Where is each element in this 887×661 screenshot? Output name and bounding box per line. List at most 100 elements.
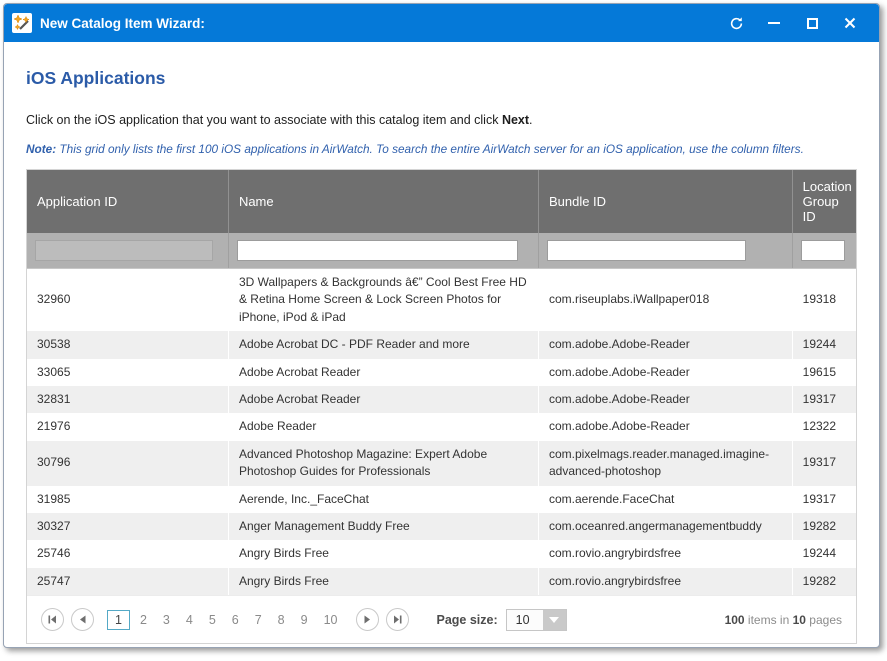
page-numbers: 12345678910 <box>105 610 345 630</box>
table-header-row: Application ID Name Bundle ID Location G… <box>27 170 856 233</box>
column-header-bundle-id[interactable]: Bundle ID <box>538 170 792 233</box>
page-number[interactable]: 9 <box>295 611 314 629</box>
cell-name: Advanced Photoshop Magazine: Expert Adob… <box>228 441 538 486</box>
column-header-name[interactable]: Name <box>228 170 538 233</box>
table-body: 329603D Wallpapers & Backgrounds â€” Coo… <box>27 269 856 596</box>
cell-name: Angry Birds Free <box>228 568 538 595</box>
column-header-location-group-id[interactable]: Location Group ID <box>792 170 856 233</box>
summary-suffix-text: pages <box>806 613 842 627</box>
cell-bundle-id: com.adobe.Adobe-Reader <box>538 331 792 358</box>
page-number[interactable]: 4 <box>180 611 199 629</box>
instruction-period: . <box>529 113 532 127</box>
cell-bundle-id: com.rovio.angrybirdsfree <box>538 568 792 595</box>
cell-name: Aerende, Inc._FaceChat <box>228 486 538 513</box>
filter-name-input[interactable] <box>237 240 518 261</box>
table-row[interactable]: 25747Angry Birds Freecom.rovio.angrybird… <box>27 568 856 595</box>
cell-bundle-id: com.rovio.angrybirdsfree <box>538 540 792 567</box>
page-number[interactable]: 5 <box>203 611 222 629</box>
pager-summary: 100 items in 10 pages <box>725 613 842 627</box>
cell-bundle-id: com.adobe.Adobe-Reader <box>538 413 792 440</box>
titlebar: New Catalog Item Wizard: <box>4 4 879 42</box>
cell-application-id: 25747 <box>27 568 228 595</box>
table-row[interactable]: 30538Adobe Acrobat DC - PDF Reader and m… <box>27 331 856 358</box>
cell-location-group-id: 19244 <box>792 540 856 567</box>
wizard-app-icon <box>12 13 32 33</box>
cell-bundle-id: com.oceanred.angermanagementbuddy <box>538 513 792 540</box>
cell-name: Adobe Reader <box>228 413 538 440</box>
table-row[interactable]: 33065Adobe Acrobat Readercom.adobe.Adobe… <box>27 359 856 386</box>
cell-application-id: 30538 <box>27 331 228 358</box>
cell-location-group-id: 19317 <box>792 486 856 513</box>
cell-application-id: 32960 <box>27 269 228 332</box>
page-size-value: 10 <box>507 610 543 630</box>
window-title: New Catalog Item Wizard: <box>40 16 727 31</box>
cell-name: Angry Birds Free <box>228 540 538 567</box>
page-number[interactable]: 3 <box>157 611 176 629</box>
cell-location-group-id: 19318 <box>792 269 856 332</box>
page-title: iOS Applications <box>26 68 857 89</box>
cell-location-group-id: 12322 <box>792 413 856 440</box>
page-size-dropdown[interactable]: 10 <box>506 609 567 631</box>
page-number[interactable]: 2 <box>134 611 153 629</box>
table-row[interactable]: 30796Advanced Photoshop Magazine: Expert… <box>27 441 856 486</box>
cell-location-group-id: 19244 <box>792 331 856 358</box>
note-body: This grid only lists the first 100 iOS a… <box>56 142 804 156</box>
filter-location-group-id-input[interactable] <box>801 240 845 261</box>
filter-application-id-input[interactable] <box>35 240 213 261</box>
applications-grid: Application ID Name Bundle ID Location G… <box>26 169 857 644</box>
refresh-icon[interactable] <box>727 14 745 32</box>
page-number[interactable]: 8 <box>272 611 291 629</box>
page-number[interactable]: 10 <box>318 611 344 629</box>
summary-mid-text: items in <box>745 613 793 627</box>
cell-name: Adobe Acrobat Reader <box>228 386 538 413</box>
table-row[interactable]: 329603D Wallpapers & Backgrounds â€” Coo… <box>27 269 856 332</box>
cell-name: Adobe Acrobat DC - PDF Reader and more <box>228 331 538 358</box>
instruction-text: Click on the iOS application that you wa… <box>26 113 857 127</box>
instruction-next-keyword: Next <box>502 113 529 127</box>
filter-bundle-id-input[interactable] <box>547 240 746 261</box>
first-page-button[interactable] <box>41 608 64 631</box>
cell-location-group-id: 19282 <box>792 568 856 595</box>
items-count: 100 <box>725 613 745 627</box>
window-controls <box>727 14 859 32</box>
note-label: Note: <box>26 142 56 156</box>
cell-application-id: 30796 <box>27 441 228 486</box>
page-number[interactable]: 7 <box>249 611 268 629</box>
cell-bundle-id: com.riseuplabs.iWallpaper018 <box>538 269 792 332</box>
page-size-label: Page size: <box>436 613 497 627</box>
cell-bundle-id: com.pixelmags.reader.managed.imagine-adv… <box>538 441 792 486</box>
cell-location-group-id: 19282 <box>792 513 856 540</box>
cell-application-id: 21976 <box>27 413 228 440</box>
table-row[interactable]: 25746Angry Birds Freecom.rovio.angrybird… <box>27 540 856 567</box>
cell-application-id: 33065 <box>27 359 228 386</box>
cell-bundle-id: com.adobe.Adobe-Reader <box>538 386 792 413</box>
column-header-application-id[interactable]: Application ID <box>27 170 228 233</box>
cell-location-group-id: 19317 <box>792 386 856 413</box>
maximize-icon[interactable] <box>803 14 821 32</box>
table-row[interactable]: 31985Aerende, Inc._FaceChatcom.aerende.F… <box>27 486 856 513</box>
cell-application-id: 25746 <box>27 540 228 567</box>
note-text: Note: This grid only lists the first 100… <box>26 142 857 156</box>
cell-application-id: 31985 <box>27 486 228 513</box>
cell-name: 3D Wallpapers & Backgrounds â€” Cool Bes… <box>228 269 538 332</box>
cell-application-id: 32831 <box>27 386 228 413</box>
pager: 12345678910 Page size: 10 100 items in 1… <box>27 595 856 643</box>
cell-bundle-id: com.adobe.Adobe-Reader <box>538 359 792 386</box>
cell-location-group-id: 19615 <box>792 359 856 386</box>
cell-bundle-id: com.aerende.FaceChat <box>538 486 792 513</box>
page-number-current[interactable]: 1 <box>107 610 130 630</box>
next-page-button[interactable] <box>356 608 379 631</box>
chevron-down-icon[interactable] <box>543 610 566 630</box>
cell-name: Anger Management Buddy Free <box>228 513 538 540</box>
close-icon[interactable] <box>841 14 859 32</box>
last-page-button[interactable] <box>386 608 409 631</box>
table-row[interactable]: 30327Anger Management Buddy Freecom.ocea… <box>27 513 856 540</box>
table-row[interactable]: 32831Adobe Acrobat Readercom.adobe.Adobe… <box>27 386 856 413</box>
cell-application-id: 30327 <box>27 513 228 540</box>
page-number[interactable]: 6 <box>226 611 245 629</box>
minimize-icon[interactable] <box>765 14 783 32</box>
previous-page-button[interactable] <box>71 608 94 631</box>
wizard-window: New Catalog Item Wizard: iOS Application… <box>3 3 880 648</box>
table-row[interactable]: 21976Adobe Readercom.adobe.Adobe-Reader1… <box>27 413 856 440</box>
applications-table: Application ID Name Bundle ID Location G… <box>27 170 856 595</box>
